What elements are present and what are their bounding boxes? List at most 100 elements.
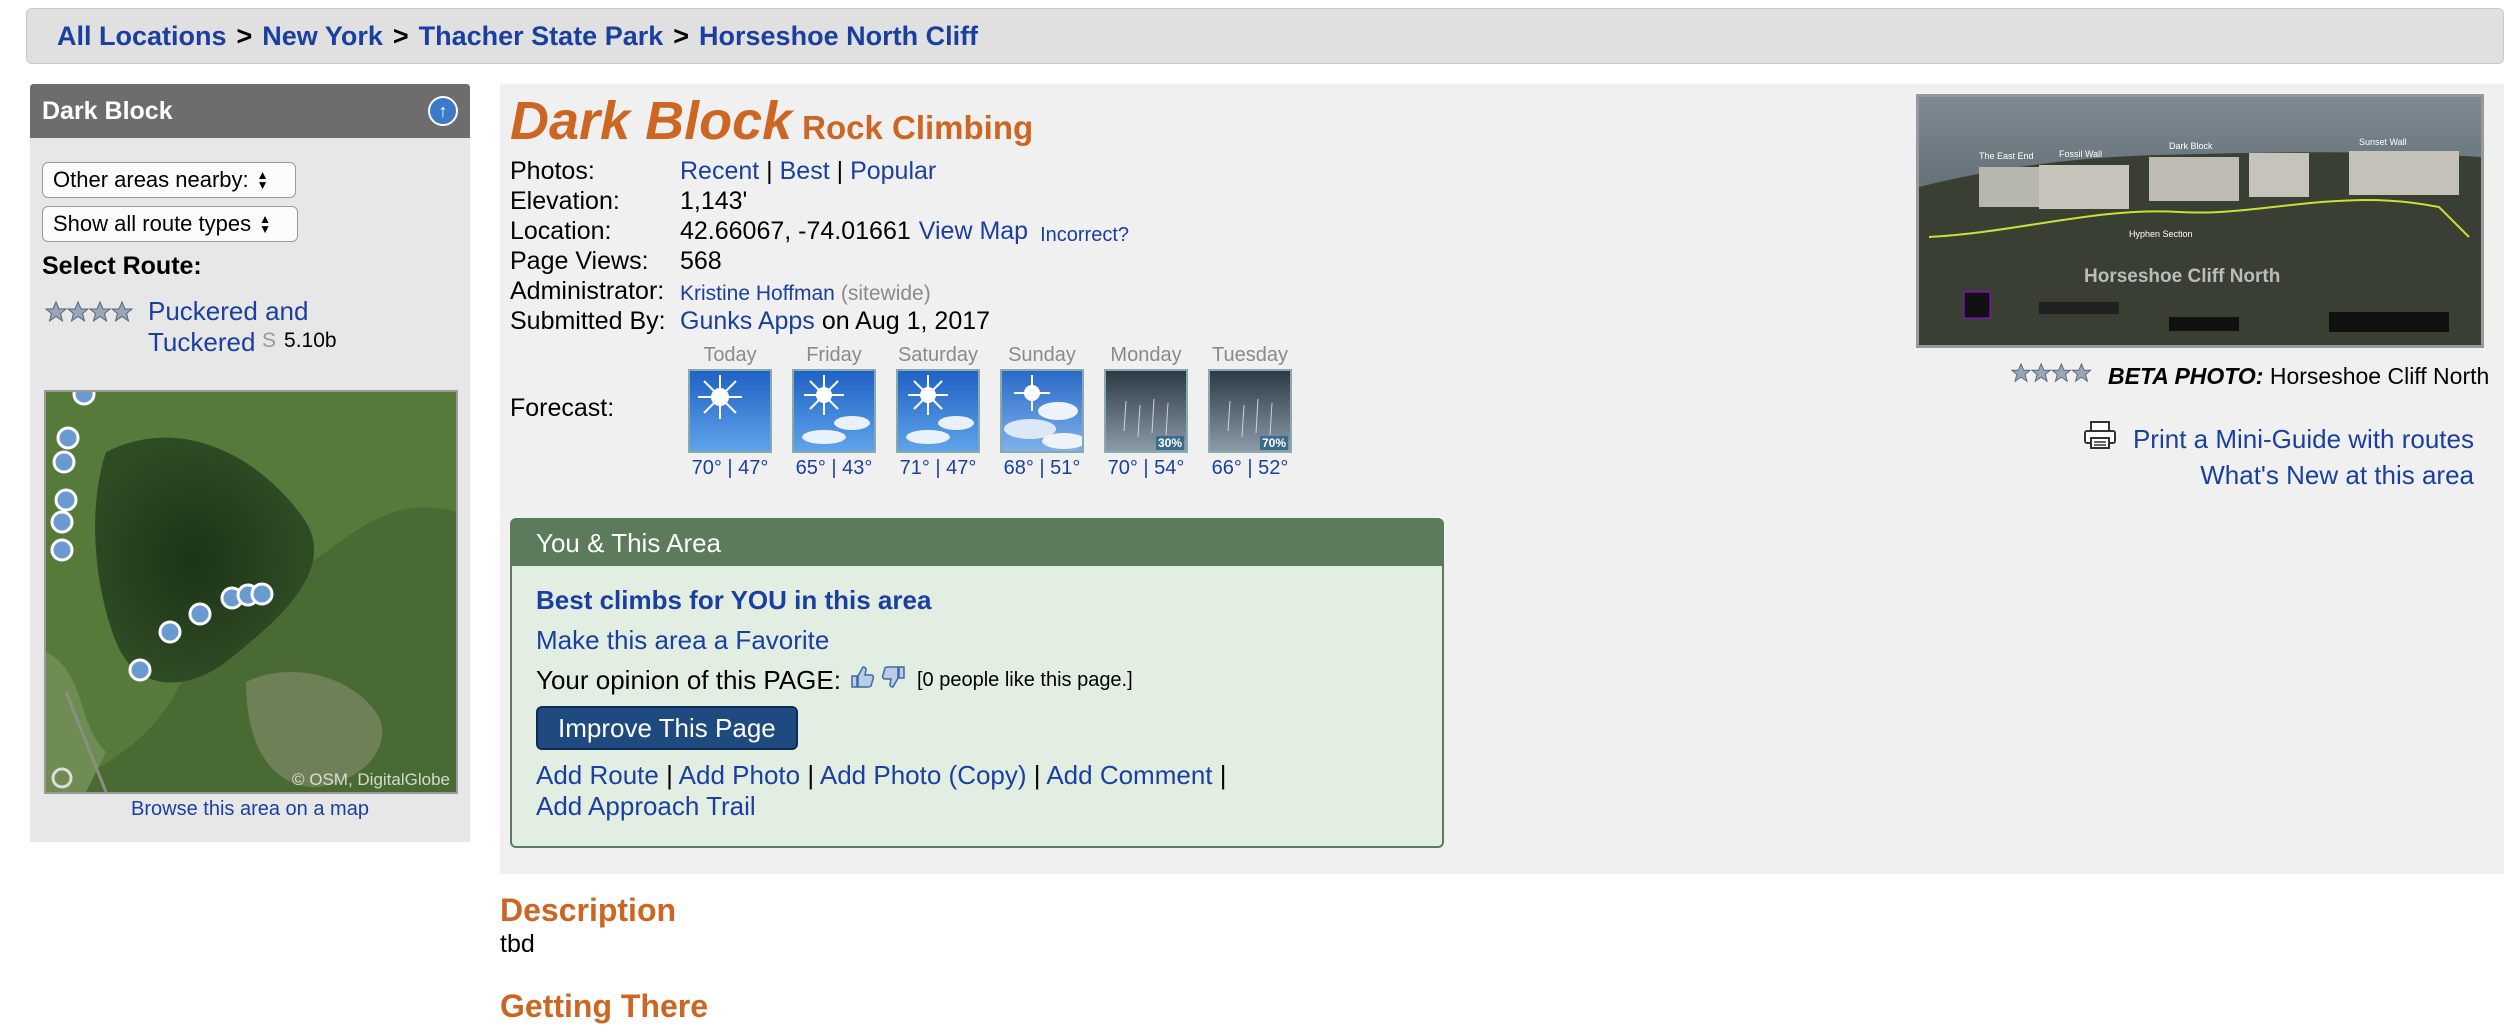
administrator-scope: (sitewide) [840,282,931,305]
select-route-label: Select Route: [42,252,202,280]
add-links: Add Route | Add Photo | Add Photo (Copy)… [536,760,1227,821]
submitted-by-link[interactable]: Gunks Apps [680,306,815,336]
you-area-header: You & This Area [512,520,1442,566]
forecast-temps: 71° | 47° [899,457,977,479]
forecast-day-name: Sunday [1008,344,1076,366]
administrator-link[interactable]: Kristine Hoffman [680,276,835,306]
separator: | [836,157,844,185]
forecast-day-name: Tuesday [1212,344,1288,366]
beta-photo-name: Horseshoe Cliff North [2269,362,2490,389]
favorite-link[interactable]: Make this area a Favorite [536,625,829,656]
forecast-day: Today 70° | 47° [688,344,772,480]
sun-clouds-icon[interactable] [792,369,876,453]
administrator-row: Administrator: Kristine Hoffman (sitewid… [510,276,1129,306]
sunny-icon[interactable] [688,369,772,453]
best-climbs-link[interactable]: Best climbs for YOU in this area [536,580,1442,620]
add-route-link[interactable]: Add Route [536,760,659,790]
area-name: Dark Block [510,91,793,151]
opinion-label: Your opinion of this PAGE: [536,664,841,695]
rain-icon[interactable]: 70% [1208,369,1292,453]
description-text: tbd [500,930,535,958]
add-comment-link[interactable]: Add Comment [1046,760,1212,790]
separator: | [766,157,773,185]
breadcrumb-separator: > [236,20,253,51]
forecast-day: Saturday 71° | 47° [896,344,980,480]
photos-best-link[interactable]: Best [780,157,830,185]
print-mini-guide-link[interactable]: Print a Mini-Guide with routes [2133,422,2474,456]
photos-label: Photos: [510,157,595,185]
page-views-label: Page Views: [510,247,649,275]
forecast-day-name: Friday [806,344,862,366]
breadcrumb-all-locations[interactable]: All Locations [57,21,227,52]
submitted-label: Submitted By: [510,307,666,335]
beta-photo-prefix: BETA PHOTO: [2108,362,2264,389]
forecast-day: Sunday 68° | 51° [1000,344,1084,480]
thumbs-down-icon[interactable] [881,664,907,697]
photos-popular-link[interactable]: Popular [850,157,936,185]
breadcrumb-new-york[interactable]: New York [262,21,383,52]
forecast-temps: 70° | 54° [1107,457,1185,479]
map-attribution: © OSM, DigitalGlobe [291,770,450,789]
main-panel: Dark Block Rock Climbing Photos: Recent |… [500,84,2504,874]
submitted-row: Submitted By: Gunks Apps on Aug 1, 2017 [510,306,1129,336]
incorrect-link[interactable]: Incorrect? [1040,216,1129,246]
photos-row: Photos: Recent | Best | Popular [510,156,1129,186]
breadcrumb-separator: > [673,20,690,51]
route-type: S [262,329,277,352]
page-views-value: 568 [680,247,722,275]
partly-cloudy-icon[interactable] [1000,369,1084,453]
route-types-select[interactable]: Show all route types ▲ ▼ [42,206,298,242]
forecast-temps: 66° | 52° [1211,457,1289,479]
opinion-row: Your opinion of this PAGE: [0 people lik… [536,660,1442,700]
rain-icon[interactable]: 30% [1104,369,1188,453]
improve-page-button[interactable]: Improve This Page [536,706,798,750]
printer-icon[interactable] [2083,420,2117,458]
route-name-line1[interactable]: Puckered and [148,296,388,327]
photo-label-hyphen-section: Hyphen Section [2129,229,2193,239]
beta-photo-caption: BETA PHOTO: Horseshoe Cliff North [2010,362,2489,390]
view-map-link[interactable]: View Map [919,216,1028,246]
beta-photo[interactable]: The East End Fossil Wall Dark Block Suns… [1916,94,2484,348]
precip-chance: 70% [1259,436,1288,450]
browse-map-link-text[interactable]: Browse this area on a map [131,798,369,820]
route-types-select-label: Show all route types [53,211,252,236]
browse-map-link[interactable]: Browse this area on a map [30,798,470,821]
sidebar: Dark Block ↑ Other areas nearby: ▲ ▼ Show… [30,84,470,842]
add-approach-trail-link[interactable]: Add Approach Trail [536,791,756,821]
administrator-label: Administrator: [510,277,665,305]
forecast-temps: 70° | 47° [691,457,769,479]
thumbs-up-icon[interactable] [849,664,875,697]
up-arrow-icon[interactable]: ↑ [428,96,458,126]
breadcrumb-separator: > [392,20,409,51]
route-grade-value: 5.10b [284,329,337,352]
other-areas-select-label: Other areas nearby: [53,167,249,192]
area-type: Rock Climbing [802,109,1034,146]
sun-clouds-icon[interactable] [896,369,980,453]
select-arrows-icon: ▲ ▼ [256,168,269,192]
route-stars-icon [44,300,140,329]
elevation-row: Elevation: 1,143' [510,186,1129,216]
forecast-day: Friday 65° | 43° [792,344,876,480]
sidebar-title: Dark Block [42,96,173,125]
location-label: Location: [510,217,612,245]
print-links: Print a Mini-Guide with routes What's Ne… [2083,420,2474,492]
area-map[interactable]: © OSM, DigitalGlobe [44,390,458,794]
add-photo-link[interactable]: Add Photo [679,760,800,790]
other-areas-select[interactable]: Other areas nearby: ▲ ▼ [42,162,296,198]
forecast-temps: 68° | 51° [1003,457,1081,479]
photo-label-fossil-wall: Fossil Wall [2059,149,2102,159]
photos-recent-link[interactable]: Recent [680,157,759,185]
location-value: 42.66067, -74.01661 [680,217,911,245]
elevation-value: 1,143' [680,187,748,215]
precip-chance: 30% [1155,436,1184,450]
photo-overlay-title: Horseshoe Cliff North [2084,266,2280,287]
forecast-day: Monday 30% 70° | 54° [1104,344,1188,480]
forecast-day: Tuesday 70% 66° | 52° [1208,344,1292,480]
breadcrumb-thacher-state-park[interactable]: Thacher State Park [419,21,664,52]
page-views-row: Page Views: 568 [510,246,1129,276]
photo-stars-icon [2010,362,2098,390]
description-heading: Description [500,892,677,928]
breadcrumb-horseshoe-north-cliff[interactable]: Horseshoe North Cliff [699,21,978,52]
whats-new-link[interactable]: What's New at this area [2083,458,2474,492]
add-photo-copy-link[interactable]: Add Photo (Copy) [820,760,1027,790]
